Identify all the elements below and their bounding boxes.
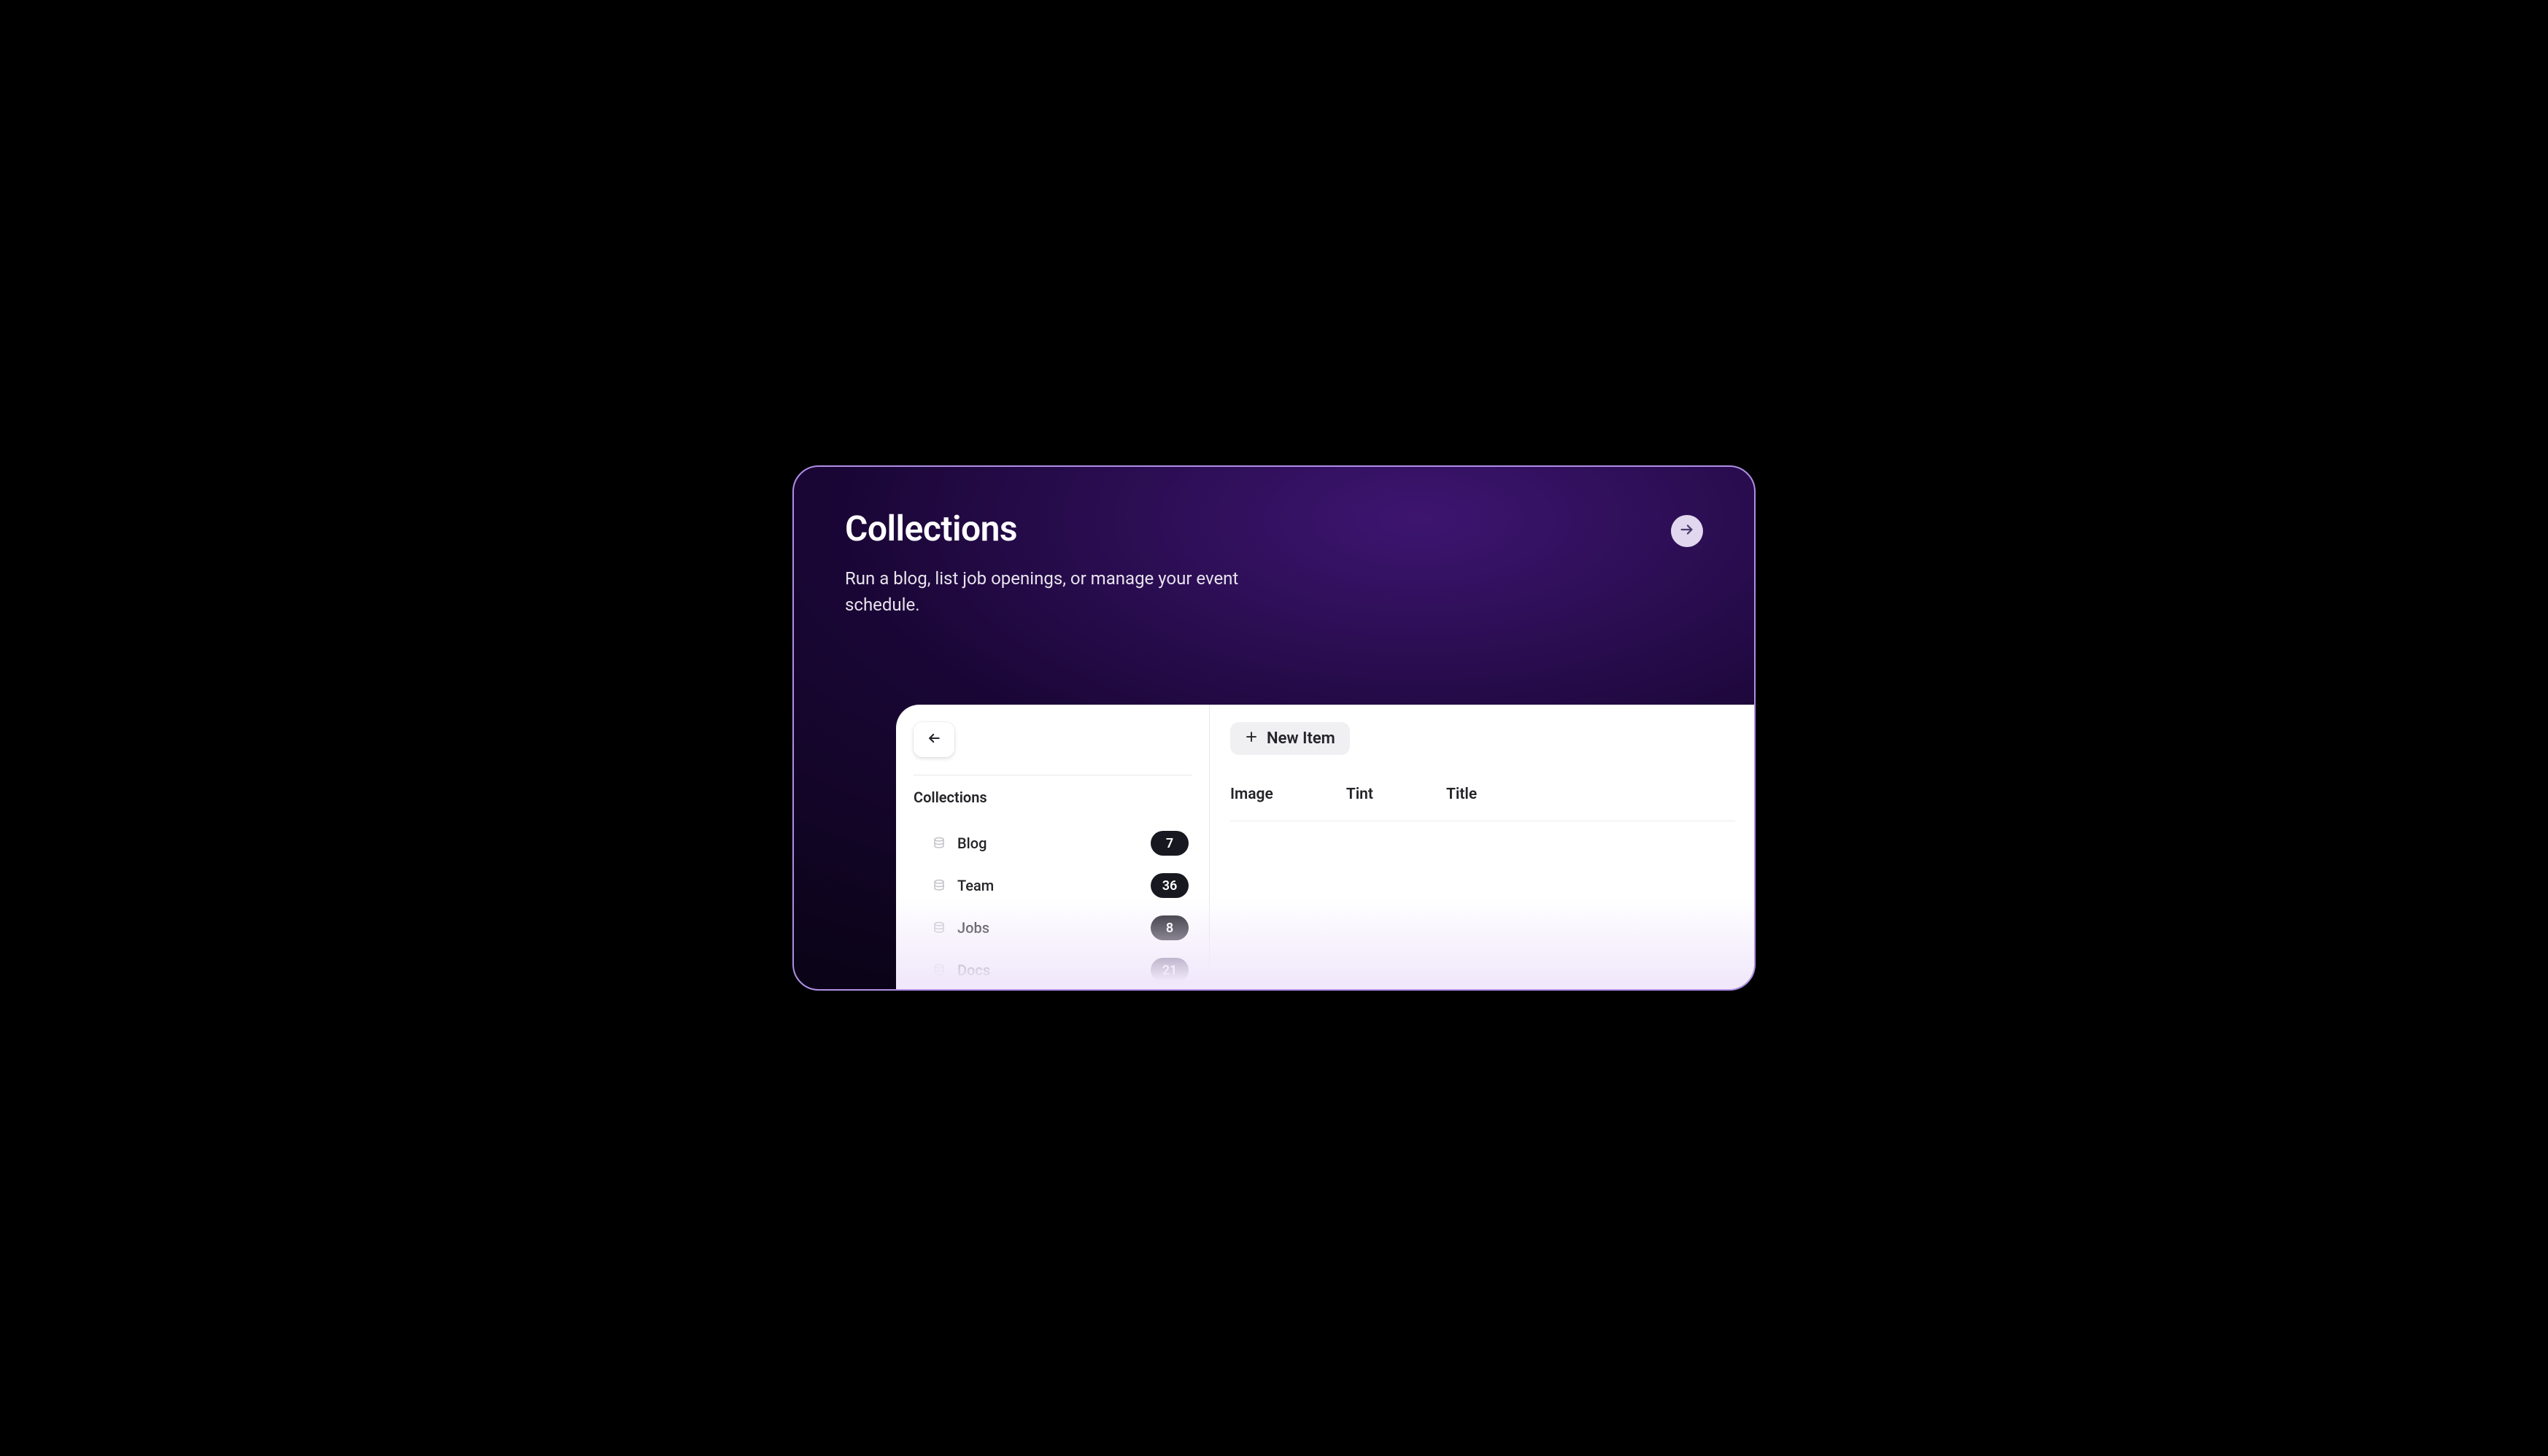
- page-title: Collections: [845, 508, 1239, 549]
- app-frame: Collections Run a blog, list job opening…: [792, 465, 1756, 991]
- new-item-button[interactable]: New Item: [1230, 722, 1350, 755]
- arrow-left-icon: [927, 731, 941, 748]
- column-header: Image: [1230, 786, 1273, 803]
- header: Collections Run a blog, list job opening…: [794, 467, 1754, 618]
- sidebar-title: Collections: [914, 789, 1192, 806]
- count-badge: 8: [1151, 915, 1189, 940]
- column-header: Tint: [1346, 786, 1373, 803]
- collection-item[interactable]: Team36: [914, 864, 1192, 907]
- plus-icon: [1245, 729, 1258, 748]
- collection-item[interactable]: Jobs8: [914, 907, 1192, 949]
- next-button[interactable]: [1671, 515, 1703, 547]
- collection-label: Docs: [957, 961, 1151, 979]
- count-badge: 36: [1151, 873, 1189, 898]
- collection-item[interactable]: Blog7: [914, 822, 1192, 864]
- collection-item[interactable]: Docs21: [914, 949, 1192, 991]
- back-button[interactable]: [914, 722, 954, 757]
- database-icon: [933, 879, 946, 892]
- content-panel: Collections Blog7Team36Jobs8Docs21Blog7 …: [896, 705, 1756, 991]
- table-header: Image Tint Title: [1230, 786, 1735, 821]
- header-text: Collections Run a blog, list job opening…: [845, 508, 1239, 618]
- collections-list: Blog7Team36Jobs8Docs21Blog7: [914, 822, 1192, 991]
- main-area: New Item Image Tint Title: [1210, 705, 1756, 991]
- database-icon: [933, 964, 946, 977]
- new-item-label: New Item: [1267, 729, 1335, 748]
- page-subtitle: Run a blog, list job openings, or manage…: [845, 565, 1239, 618]
- database-icon: [933, 921, 946, 934]
- collection-label: Team: [957, 877, 1151, 894]
- database-icon: [933, 837, 946, 850]
- sidebar: Collections Blog7Team36Jobs8Docs21Blog7: [896, 705, 1210, 991]
- arrow-right-icon: [1679, 522, 1695, 541]
- column-header: Title: [1446, 786, 1477, 803]
- count-badge: 21: [1151, 958, 1189, 983]
- collection-label: Blog: [957, 835, 1151, 852]
- collection-label: Jobs: [957, 919, 1151, 937]
- count-badge: 7: [1151, 831, 1189, 856]
